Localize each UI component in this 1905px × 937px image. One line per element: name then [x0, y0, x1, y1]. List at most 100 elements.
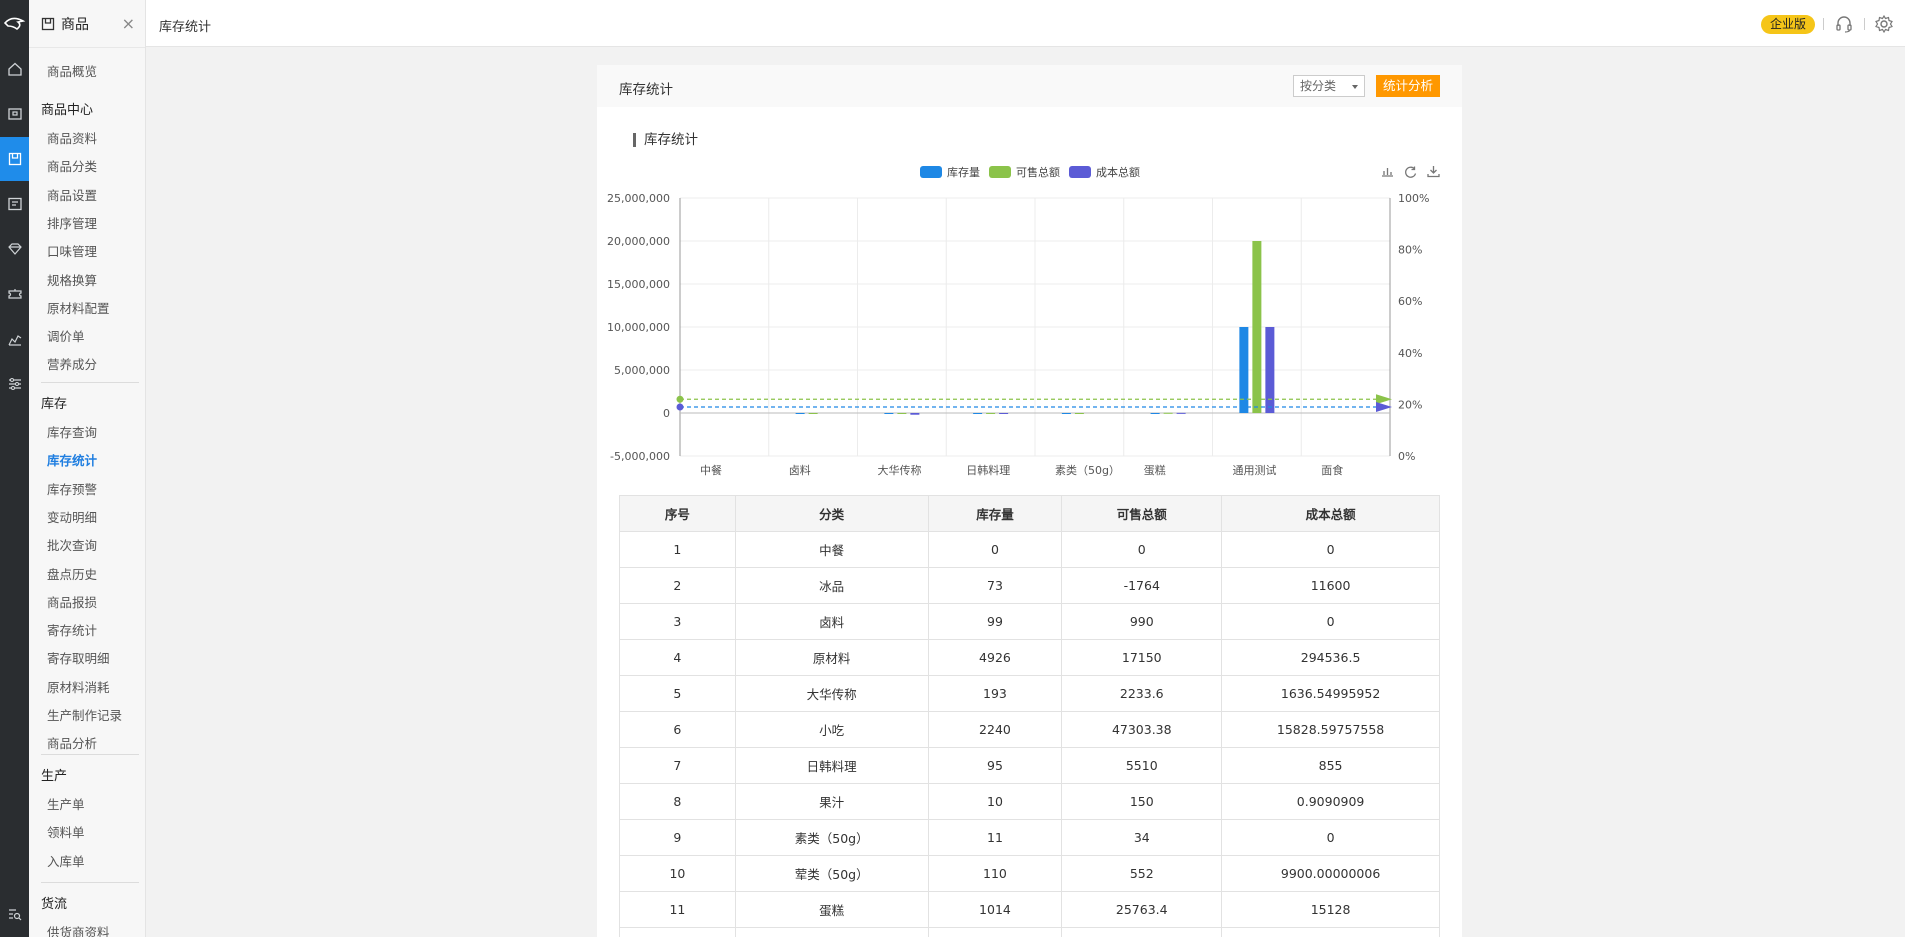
sidebar-item[interactable]: 生产制作记录 — [47, 705, 122, 724]
bar-库存量[interactable] — [795, 412, 805, 414]
sidebar-item[interactable]: 商品设置 — [47, 185, 97, 204]
sidebar-item[interactable]: 原材料消耗 — [47, 677, 110, 696]
table-header-cell[interactable]: 成本总额 — [1221, 495, 1440, 532]
sidebar-item-overview[interactable]: 商品概览 — [47, 61, 97, 80]
sidebar-item[interactable]: 库存统计 — [47, 450, 97, 469]
sidebar-item[interactable]: 排序管理 — [47, 213, 97, 232]
bar-chart-icon[interactable] — [1382, 168, 1393, 177]
shop-icon — [7, 108, 22, 120]
rail-item-home[interactable] — [0, 47, 29, 91]
rail-item-goods[interactable] — [0, 137, 29, 181]
edition-badge[interactable]: 企业版 — [1761, 15, 1816, 34]
sidebar-item[interactable]: 规格换算 — [47, 270, 97, 289]
table-cell: 11 — [619, 891, 736, 928]
sidebar-item[interactable]: 口味管理 — [47, 241, 97, 260]
bar-可售总额[interactable] — [986, 412, 996, 414]
rail-item-diamond[interactable] — [0, 227, 29, 271]
bar-可售总额[interactable] — [1252, 241, 1262, 413]
table-cell: 10 — [619, 855, 736, 892]
y2-tick-label: 60% — [1398, 295, 1422, 308]
bar-成本总额[interactable] — [1176, 412, 1186, 414]
bar-成本总额[interactable] — [1265, 327, 1275, 413]
bar-可售总额[interactable] — [808, 412, 818, 414]
legend-swatch[interactable] — [989, 166, 1011, 178]
sidebar-item[interactable]: 供货商资料 — [47, 922, 110, 937]
bar-库存量[interactable] — [1061, 412, 1071, 414]
table-cell: 25763.4 — [1061, 891, 1223, 928]
legend-swatch[interactable] — [920, 166, 942, 178]
coupon-icon — [7, 289, 22, 299]
table-header-cell[interactable]: 可售总额 — [1061, 495, 1223, 532]
table-header-cell[interactable]: 分类 — [734, 495, 929, 532]
rail-item-settings-sliders[interactable] — [0, 362, 29, 406]
bar-成本总额[interactable] — [999, 412, 1009, 414]
table-row: 1 中餐 0 0 0 — [619, 531, 1440, 568]
y2-tick-label: 0% — [1398, 450, 1415, 463]
x-tick-label: 卤料 — [789, 463, 811, 477]
sidebar-item[interactable]: 寄存取明细 — [47, 648, 110, 667]
rail-item-member-card[interactable] — [0, 182, 29, 226]
sidebar-item[interactable]: 批次查询 — [47, 535, 97, 554]
table-cell: 0 — [1221, 531, 1440, 568]
refresh-icon[interactable] — [1405, 166, 1417, 178]
table-cell: 34 — [1061, 819, 1223, 856]
bar-库存量[interactable] — [1239, 327, 1249, 413]
sidebar-item[interactable]: 领料单 — [47, 822, 85, 841]
table-cell: 8 — [619, 783, 736, 820]
table-row: 4 原材料 4926 17150 294536.5 — [619, 639, 1440, 676]
table-cell — [927, 927, 1063, 937]
table-cell: 0 — [1221, 603, 1440, 640]
bar-可售总额[interactable] — [1074, 412, 1084, 414]
sidebar-item[interactable]: 商品分类 — [47, 156, 97, 175]
rail-item-shop[interactable] — [0, 92, 29, 136]
bar-库存量[interactable] — [973, 412, 983, 414]
table-cell: 3 — [619, 603, 736, 640]
bar-成本总额[interactable] — [910, 413, 920, 415]
page-tab-title[interactable]: 库存统计 — [159, 16, 211, 35]
sidebar-item[interactable]: 商品资料 — [47, 128, 97, 147]
sidebar-item[interactable]: 原材料配置 — [47, 298, 110, 317]
inventory-bar-chart: 25,000,000 20,000,000 15,000,000 10,000,000… — [607, 165, 1440, 477]
close-icon[interactable]: × — [122, 16, 135, 32]
logo-icon[interactable] — [0, 4, 29, 44]
bar-可售总额[interactable] — [1163, 412, 1173, 414]
table-cell: 4926 — [927, 639, 1063, 676]
table-cell: 99 — [927, 603, 1063, 640]
rail-item-search-list[interactable] — [0, 892, 29, 936]
sidebar-item[interactable]: 调价单 — [47, 326, 85, 345]
table-cell: 卤料 — [734, 603, 929, 640]
bar-库存量[interactable] — [884, 412, 894, 414]
table-cell: 552 — [1061, 855, 1223, 892]
sidebar-item[interactable]: 库存预警 — [47, 479, 97, 498]
sidebar-item[interactable]: 营养成分 — [47, 354, 97, 373]
sidebar-item[interactable]: 变动明细 — [47, 507, 97, 526]
rail-item-report-chart[interactable] — [0, 317, 29, 361]
divider — [1864, 18, 1865, 30]
divider — [1823, 18, 1824, 30]
headset-icon[interactable] — [1834, 14, 1854, 34]
table-cell: 47303.38 — [1061, 711, 1223, 748]
sidebar-item[interactable]: 入库单 — [47, 851, 85, 870]
sidebar-item[interactable]: 生产单 — [47, 794, 85, 813]
table-cell: 2240 — [927, 711, 1063, 748]
download-icon[interactable] — [1427, 166, 1440, 178]
table-cell: 日韩料理 — [734, 747, 929, 784]
sidebar-item[interactable]: 商品报损 — [47, 592, 97, 611]
table-header-cell[interactable]: 序号 — [619, 495, 736, 532]
sidebar-item[interactable]: 寄存统计 — [47, 620, 97, 639]
rail-item-coupon[interactable] — [0, 272, 29, 316]
table-cell: 中餐 — [734, 531, 929, 568]
sidebar-item[interactable]: 商品分析 — [47, 733, 97, 752]
y-tick-label: 5,000,000 — [614, 364, 670, 377]
sidebar-item[interactable]: 盘点历史 — [47, 564, 97, 583]
sidebar-item[interactable]: 库存查询 — [47, 422, 97, 441]
table-row: 6 小吃 2240 47303.38 15828.59757558 — [619, 711, 1440, 748]
table-cell: 荤类（50g） — [734, 855, 929, 892]
bar-可售总额[interactable] — [897, 412, 907, 414]
table-cell: 6 — [619, 711, 736, 748]
x-tick-label: 中餐 — [700, 463, 722, 477]
gear-icon[interactable] — [1874, 14, 1894, 34]
table-header-cell[interactable]: 库存量 — [927, 495, 1063, 532]
legend-swatch[interactable] — [1069, 166, 1091, 178]
bar-库存量[interactable] — [1150, 412, 1160, 414]
